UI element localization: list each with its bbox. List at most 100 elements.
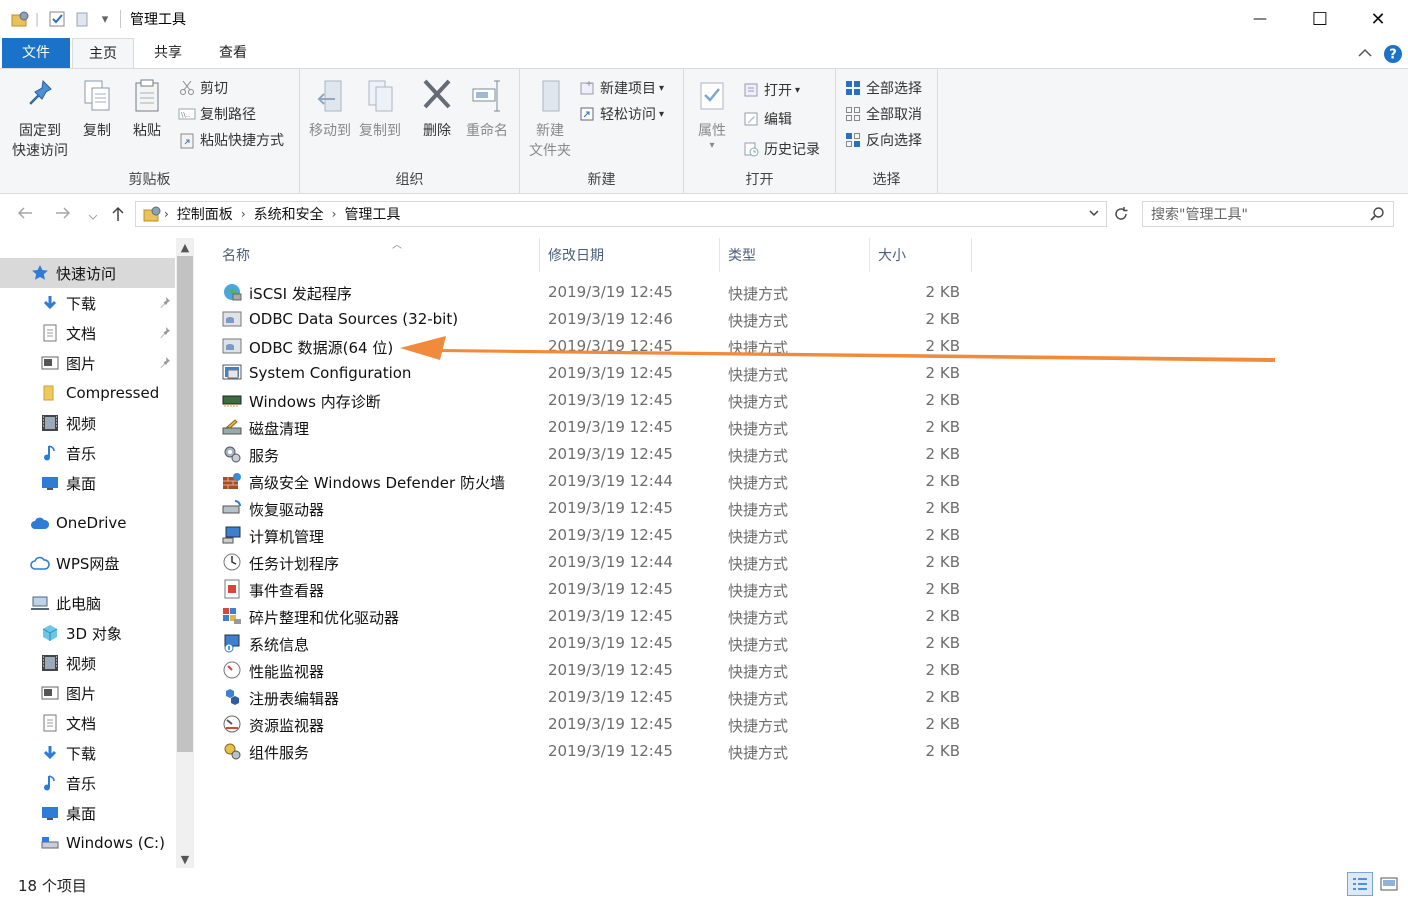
nav-item[interactable]: 文档 (0, 708, 175, 738)
nav-scrollbar[interactable]: ▲ ▼ (176, 238, 194, 868)
nav-item[interactable]: 文档 (0, 318, 175, 348)
nav-item[interactable]: 视频 (0, 408, 175, 438)
nav-item[interactable]: 快速访问 (0, 258, 175, 288)
column-header-date[interactable]: 修改日期 (542, 238, 720, 272)
details-view-icon[interactable] (1347, 872, 1373, 896)
properties-button[interactable]: 属性 ▾ (690, 75, 734, 151)
forward-arrow-icon[interactable] (54, 205, 72, 225)
new-folder-qa-icon[interactable] (72, 8, 94, 30)
nav-item[interactable]: WPS网盘 (0, 548, 175, 578)
select-all-button[interactable]: 全部选择 (844, 78, 922, 98)
paste-shortcut-button[interactable]: 粘贴快捷方式 (178, 130, 284, 150)
breadcrumb-chevron-icon[interactable]: › (241, 207, 246, 221)
nav-item[interactable]: Windows (C:) (0, 828, 175, 858)
file-row[interactable]: 注册表编辑器 2019/3/19 12:45 快捷方式 2 KB (218, 684, 978, 711)
column-header-size[interactable]: 大小 (872, 238, 972, 272)
delete-button[interactable]: 删除 (414, 75, 460, 141)
large-icons-view-icon[interactable] (1376, 872, 1402, 896)
nav-item[interactable]: 音乐 (0, 438, 175, 468)
breadcrumb-chevron-icon[interactable]: › (332, 207, 337, 221)
scroll-down-icon[interactable]: ▼ (176, 850, 194, 868)
tab-view[interactable]: 查看 (204, 38, 262, 68)
column-header-type[interactable]: 类型 (722, 238, 870, 272)
file-row[interactable]: ODBC Data Sources (32-bit) 2019/3/19 12:4… (218, 306, 978, 333)
nav-item[interactable]: 此电脑 (0, 588, 175, 618)
new-folder-button[interactable]: 新建 文件夹 (524, 75, 576, 161)
file-row[interactable]: ODBC 数据源(64 位) 2019/3/19 12:45 快捷方式 2 KB (218, 333, 978, 360)
edit-button[interactable]: 编辑 (742, 109, 792, 129)
copy-button[interactable]: 复制 (76, 75, 118, 141)
file-row[interactable]: 碎片整理和优化驱动器 2019/3/19 12:45 快捷方式 2 KB (218, 603, 978, 630)
nav-item[interactable]: OneDrive (0, 508, 175, 538)
nav-item[interactable]: 3D 对象 (0, 618, 175, 648)
file-type: 快捷方式 (728, 393, 789, 411)
tab-share[interactable]: 共享 (140, 38, 196, 68)
nav-item[interactable]: 下载 (0, 738, 175, 768)
cut-button[interactable]: 剪切 (178, 78, 228, 98)
file-row[interactable]: 高级安全 Windows Defender 防火墙 2019/3/19 12:44… (218, 468, 978, 495)
easy-access-button[interactable]: 轻松访问 ▾ (578, 104, 664, 124)
breadcrumb-admin-tools[interactable]: 管理工具 (344, 204, 400, 224)
tab-file[interactable]: 文件 (2, 38, 70, 68)
scroll-up-icon[interactable]: ▲ (176, 238, 194, 256)
refresh-icon[interactable] (1108, 201, 1134, 227)
file-row[interactable]: 任务计划程序 2019/3/19 12:44 快捷方式 2 KB (218, 549, 978, 576)
history-button[interactable]: 历史记录 (742, 139, 820, 159)
help-icon[interactable]: ? (1383, 44, 1403, 64)
address-dropdown-chevron-icon[interactable] (1088, 207, 1100, 223)
copy-to-button[interactable]: 复制到 (356, 75, 404, 141)
nav-item[interactable]: 图片 (0, 348, 175, 378)
file-date: 2019/3/19 12:45 (548, 364, 673, 382)
breadcrumb-chevron-icon[interactable]: › (164, 207, 169, 221)
open-button[interactable]: 打开 ▾ (742, 80, 800, 100)
file-row[interactable]: Windows 内存诊断 2019/3/19 12:45 快捷方式 2 KB (218, 387, 978, 414)
recent-locations-chevron-icon[interactable] (88, 207, 98, 226)
nav-item[interactable]: Compressed (0, 378, 175, 408)
file-type: 快捷方式 (728, 744, 789, 762)
collapse-ribbon-icon[interactable] (1356, 44, 1374, 62)
search-icon[interactable] (1369, 206, 1385, 226)
breadcrumb-system-security[interactable]: 系统和安全 (254, 204, 324, 224)
file-row[interactable]: 事件查看器 2019/3/19 12:45 快捷方式 2 KB (218, 576, 978, 603)
file-row[interactable]: System Configuration 2019/3/19 12:45 快捷方式 2… (218, 360, 978, 387)
nav-item[interactable]: 下载 (0, 288, 175, 318)
nav-item[interactable]: 桌面 (0, 798, 175, 828)
select-none-button[interactable]: 全部取消 (844, 104, 922, 124)
search-box[interactable]: 搜索"管理工具" (1142, 201, 1394, 227)
folder-tools-icon[interactable] (8, 8, 32, 30)
nav-item[interactable]: 桌面 (0, 468, 175, 498)
nav-item[interactable]: 图片 (0, 678, 175, 708)
history-icon (742, 140, 760, 158)
nav-item[interactable]: 音乐 (0, 768, 175, 798)
nav-item[interactable]: 视频 (0, 648, 175, 678)
tab-home[interactable]: 主页 (72, 38, 134, 69)
new-item-button[interactable]: 新建项目 ▾ (578, 78, 664, 98)
file-row[interactable]: 恢复驱动器 2019/3/19 12:45 快捷方式 2 KB (218, 495, 978, 522)
file-row[interactable]: iSCSI 发起程序 2019/3/19 12:45 快捷方式 2 KB (218, 279, 978, 306)
column-header-name[interactable]: 名称 ︿ (216, 238, 540, 272)
file-row[interactable]: 服务 2019/3/19 12:45 快捷方式 2 KB (218, 441, 978, 468)
file-row[interactable]: 资源监视器 2019/3/19 12:45 快捷方式 2 KB (218, 711, 978, 738)
address-bar[interactable]: › 控制面板 › 系统和安全 › 管理工具 (135, 201, 1107, 227)
qa-customize-dropdown[interactable]: ▾ (96, 8, 114, 30)
copy-path-button[interactable]: \\.. 复制路径 (178, 104, 256, 124)
maximize-button[interactable]: ☐ (1290, 0, 1350, 38)
file-row[interactable]: 性能监视器 2019/3/19 12:45 快捷方式 2 KB (218, 657, 978, 684)
close-button[interactable]: ✕ (1348, 0, 1408, 38)
invert-selection-button[interactable]: 反向选择 (844, 130, 922, 150)
breadcrumb-control-panel[interactable]: 控制面板 (177, 204, 233, 224)
move-to-button[interactable]: 移动到 (306, 75, 354, 141)
file-row[interactable]: 系统信息 2019/3/19 12:45 快捷方式 2 KB (218, 630, 978, 657)
minimize-button[interactable]: — (1230, 0, 1290, 38)
file-row[interactable]: 磁盘清理 2019/3/19 12:45 快捷方式 2 KB (218, 414, 978, 441)
scroll-thumb[interactable] (177, 256, 193, 752)
nav-item-label: 音乐 (66, 774, 97, 793)
file-row[interactable]: 计算机管理 2019/3/19 12:45 快捷方式 2 KB (218, 522, 978, 549)
pin-quick-access-button[interactable]: 固定到 快速访问 (8, 75, 72, 161)
up-arrow-icon[interactable] (110, 205, 126, 227)
back-arrow-icon[interactable] (16, 205, 34, 225)
paste-button[interactable]: 粘贴 (124, 75, 170, 141)
properties-check-icon[interactable] (46, 8, 68, 30)
file-row[interactable]: 组件服务 2019/3/19 12:45 快捷方式 2 KB (218, 738, 978, 765)
rename-button[interactable]: 重命名 (460, 75, 514, 141)
